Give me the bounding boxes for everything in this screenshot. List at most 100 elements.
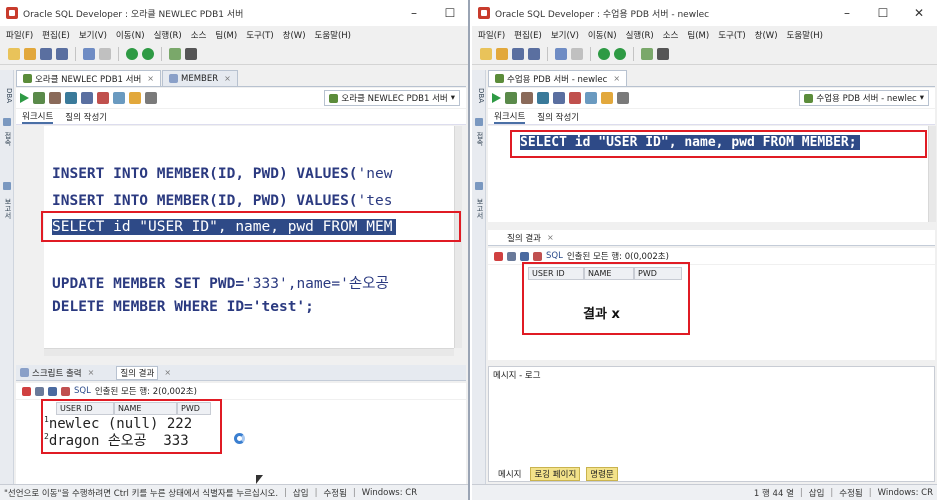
redo-icon[interactable] bbox=[99, 47, 111, 60]
sidebar-connections[interactable]: 접속 bbox=[1, 132, 13, 146]
tab-member[interactable]: MEMBER × bbox=[162, 70, 238, 86]
subtab-worksheet[interactable]: 워크시트 bbox=[22, 110, 54, 124]
menu-view[interactable]: 보기(V) bbox=[551, 29, 579, 41]
subtab-worksheet[interactable]: 워크시트 bbox=[494, 110, 526, 124]
refresh-icon[interactable] bbox=[48, 386, 57, 396]
forward-icon[interactable] bbox=[614, 47, 626, 60]
menu-run[interactable]: 실행(R) bbox=[154, 29, 182, 41]
tab-script-output[interactable]: 스크립트 출력 bbox=[32, 367, 82, 379]
run-icon[interactable] bbox=[492, 93, 501, 103]
tab-logging-page[interactable]: 로깅 페이지 bbox=[530, 467, 581, 481]
back-icon[interactable] bbox=[598, 47, 610, 60]
print-icon[interactable] bbox=[507, 251, 516, 261]
sidebar-connections[interactable]: 접속 bbox=[473, 132, 485, 146]
menu-navigate[interactable]: 이동(N) bbox=[116, 29, 145, 41]
run-script-icon[interactable] bbox=[505, 92, 517, 104]
history-icon[interactable] bbox=[617, 92, 629, 104]
minimize-button[interactable]: – bbox=[829, 0, 865, 26]
pin-icon[interactable] bbox=[22, 386, 31, 396]
rollback-icon[interactable] bbox=[97, 92, 109, 104]
editor-horizontal-scrollbar[interactable] bbox=[44, 348, 454, 356]
menu-help[interactable]: 도움말(H) bbox=[315, 29, 351, 41]
explain-icon[interactable] bbox=[49, 92, 61, 104]
close-icon[interactable]: × bbox=[147, 74, 154, 83]
menu-run[interactable]: 실행(R) bbox=[626, 29, 654, 41]
menu-edit[interactable]: 편집(E) bbox=[42, 29, 70, 41]
menu-help[interactable]: 도움말(H) bbox=[787, 29, 823, 41]
close-icon[interactable]: × bbox=[88, 368, 95, 377]
rollback-icon[interactable] bbox=[569, 92, 581, 104]
editor-vertical-scrollbar[interactable] bbox=[928, 126, 936, 222]
eraser-icon[interactable] bbox=[601, 92, 613, 104]
unshared-icon[interactable] bbox=[585, 92, 597, 104]
db-icon[interactable] bbox=[169, 47, 181, 60]
tab-query-result[interactable]: 질의 결과 bbox=[116, 365, 159, 380]
save-all-icon[interactable] bbox=[56, 47, 68, 60]
history-icon[interactable] bbox=[145, 92, 157, 104]
print-icon[interactable] bbox=[35, 386, 44, 396]
commit-icon[interactable] bbox=[81, 92, 93, 104]
close-icon[interactable]: × bbox=[224, 74, 231, 83]
pin-icon[interactable] bbox=[494, 251, 503, 261]
maximize-button[interactable]: ☐ bbox=[865, 0, 901, 26]
open-icon[interactable] bbox=[24, 47, 36, 60]
connection-select[interactable]: 수업용 PDB 서버 - newlec ▾ bbox=[799, 90, 929, 106]
minimize-button[interactable]: – bbox=[396, 0, 432, 26]
sidebar-dba[interactable]: DBA bbox=[1, 88, 13, 103]
autotrace-icon[interactable] bbox=[65, 92, 77, 104]
new-icon[interactable] bbox=[8, 47, 20, 60]
report-icon[interactable] bbox=[3, 182, 11, 190]
report-icon[interactable] bbox=[475, 182, 483, 190]
menu-navigate[interactable]: 이동(N) bbox=[588, 29, 617, 41]
menu-source[interactable]: 소스 bbox=[663, 29, 679, 41]
open-icon[interactable] bbox=[496, 47, 508, 60]
connection-select[interactable]: 오라클 NEWLEC PDB1 서버 ▾ bbox=[324, 90, 460, 106]
menu-view[interactable]: 보기(V) bbox=[79, 29, 107, 41]
menu-tools[interactable]: 도구(T) bbox=[718, 29, 745, 41]
binoculars-icon[interactable] bbox=[657, 47, 669, 60]
menu-tools[interactable]: 도구(T) bbox=[246, 29, 273, 41]
subtab-query-builder[interactable]: 질의 작성기 bbox=[65, 111, 107, 123]
close-button[interactable]: ✕ bbox=[901, 0, 937, 26]
run-icon[interactable] bbox=[20, 93, 29, 103]
undo-icon[interactable] bbox=[83, 47, 95, 60]
save-icon[interactable] bbox=[40, 47, 52, 60]
tab-worksheet[interactable]: 오라클 NEWLEC PDB1 서버 × bbox=[16, 70, 161, 86]
tab-statements[interactable]: 명령문 bbox=[586, 467, 618, 481]
undo-icon[interactable] bbox=[555, 47, 567, 60]
sidebar-reports[interactable]: 보고서 bbox=[473, 198, 485, 219]
menu-edit[interactable]: 편집(E) bbox=[514, 29, 542, 41]
new-icon[interactable] bbox=[480, 47, 492, 60]
refresh-icon[interactable] bbox=[520, 251, 529, 261]
sidebar-reports[interactable]: 보고서 bbox=[1, 198, 13, 219]
menu-window[interactable]: 창(W) bbox=[283, 29, 306, 41]
subtab-query-builder[interactable]: 질의 작성기 bbox=[537, 111, 579, 123]
close-icon[interactable]: × bbox=[613, 74, 620, 83]
menu-team[interactable]: 팀(M) bbox=[215, 29, 237, 41]
autotrace-icon[interactable] bbox=[537, 92, 549, 104]
back-icon[interactable] bbox=[126, 47, 138, 60]
menu-file[interactable]: 파일(F) bbox=[478, 29, 505, 41]
unshared-icon[interactable] bbox=[113, 92, 125, 104]
connection-icon[interactable] bbox=[475, 118, 483, 126]
menu-source[interactable]: 소스 bbox=[191, 29, 207, 41]
commit-icon[interactable] bbox=[553, 92, 565, 104]
redo-icon[interactable] bbox=[571, 47, 583, 60]
maximize-button[interactable]: ☐ bbox=[432, 0, 468, 26]
explain-icon[interactable] bbox=[521, 92, 533, 104]
menu-team[interactable]: 팀(M) bbox=[687, 29, 709, 41]
eraser-icon[interactable] bbox=[129, 92, 141, 104]
close-icon[interactable]: × bbox=[164, 368, 171, 377]
sidebar-dba[interactable]: DBA bbox=[473, 88, 485, 103]
tab-messages[interactable]: 메시지 bbox=[495, 468, 524, 480]
export-icon[interactable] bbox=[61, 386, 70, 396]
export-icon[interactable] bbox=[533, 251, 542, 261]
forward-icon[interactable] bbox=[142, 47, 154, 60]
tab-query-result[interactable]: 질의 결과 bbox=[507, 232, 541, 244]
save-all-icon[interactable] bbox=[528, 47, 540, 60]
tab-worksheet[interactable]: 수업용 PDB 서버 - newlec × bbox=[488, 70, 628, 86]
binoculars-icon[interactable] bbox=[185, 47, 197, 60]
sql-link[interactable]: SQL bbox=[546, 251, 563, 261]
menu-file[interactable]: 파일(F) bbox=[6, 29, 33, 41]
save-icon[interactable] bbox=[512, 47, 524, 60]
